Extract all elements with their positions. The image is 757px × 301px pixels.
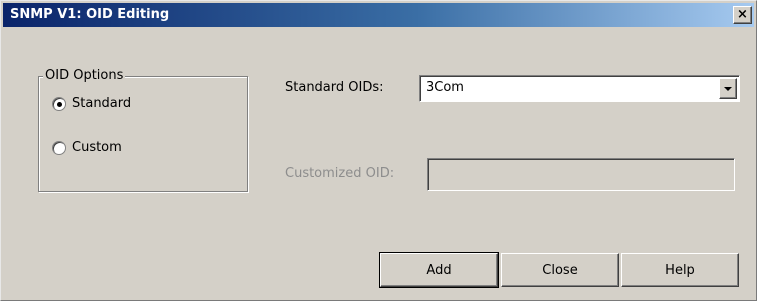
standard-oids-dropdown[interactable]: 3Com (419, 75, 740, 102)
close-button[interactable]: Close (501, 253, 619, 287)
standard-radio-button[interactable] (52, 96, 66, 111)
help-button[interactable]: Help (621, 253, 739, 287)
customized-oid-label: Customized OID: (285, 166, 395, 181)
close-icon: × (737, 7, 748, 22)
custom-radio-option[interactable]: Custom (52, 140, 122, 155)
dialog-window: SNMP V1: OID Editing × OID Options Stand… (0, 0, 757, 301)
custom-radio-label[interactable]: Custom (72, 140, 122, 155)
customized-oid-field[interactable] (427, 158, 735, 191)
standard-oids-label: Standard OIDs: (285, 80, 384, 95)
standard-radio-option[interactable]: Standard (52, 96, 131, 111)
dropdown-arrow-button[interactable] (719, 78, 737, 99)
standard-oids-selected-value: 3Com (426, 80, 464, 95)
close-window-button[interactable]: × (733, 6, 752, 24)
oid-options-legend: OID Options (43, 68, 126, 83)
window-title: SNMP V1: OID Editing (10, 7, 170, 22)
standard-radio-label[interactable]: Standard (72, 96, 131, 111)
chevron-down-icon (724, 86, 732, 91)
custom-radio-button[interactable] (52, 140, 66, 155)
title-bar[interactable]: SNMP V1: OID Editing × (3, 3, 754, 27)
oid-options-group: OID Options Standard Custom (38, 68, 248, 192)
add-button[interactable]: Add (379, 252, 499, 288)
